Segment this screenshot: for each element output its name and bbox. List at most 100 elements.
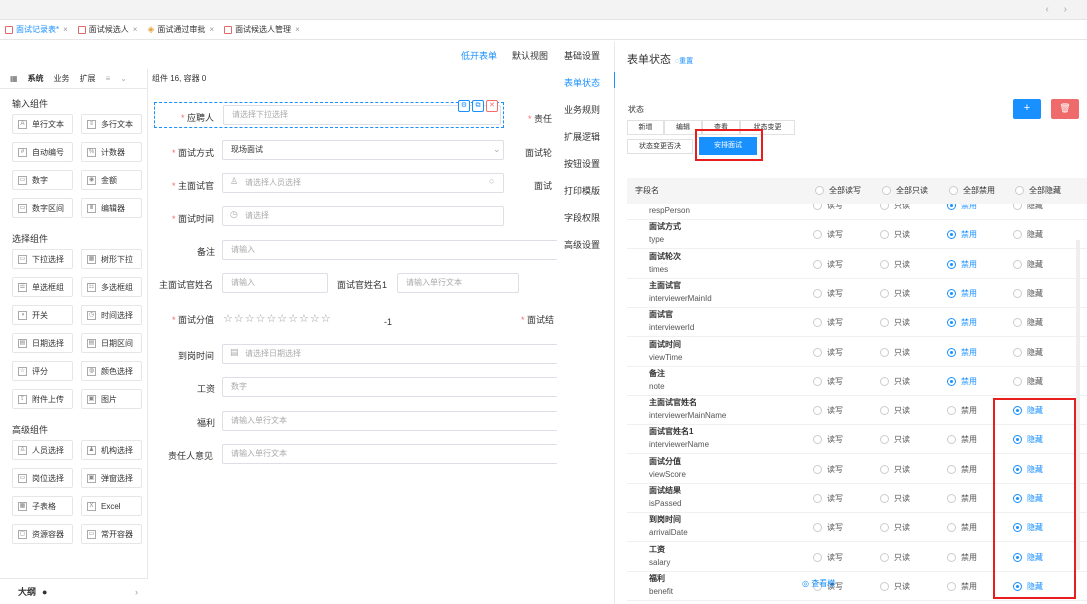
palette-item[interactable]: ▦ 子表格 — [12, 496, 73, 516]
tab-3[interactable]: 面试候选人管理 × — [219, 20, 305, 40]
reset-link[interactable]: ◌重置 — [675, 58, 693, 65]
permission-option[interactable]: 只读 — [880, 288, 910, 299]
all-readwrite-toggle[interactable]: 全部读写 — [815, 185, 861, 196]
palette-item[interactable]: ◑ 开关 — [12, 305, 73, 325]
permission-option[interactable]: 读写 — [813, 347, 843, 358]
delete-state-button[interactable]: 🗑 — [1051, 99, 1079, 119]
permission-option[interactable]: 隐藏 — [1013, 259, 1043, 270]
permission-option[interactable]: 只读 — [880, 464, 910, 475]
permission-option[interactable]: 读写 — [813, 493, 843, 504]
state-button-change-reject[interactable]: 状态变更否决 — [627, 139, 693, 154]
permission-option[interactable]: 隐藏 — [1013, 229, 1043, 240]
main-interviewer-name-input[interactable]: 请输入 — [222, 273, 328, 293]
table-scrollbar[interactable] — [1076, 240, 1080, 570]
permission-option[interactable]: 读写 — [813, 522, 843, 533]
palette-item[interactable]: ☰ 单选框组 — [12, 277, 73, 297]
interview-time-picker[interactable]: 请选择 — [222, 206, 504, 226]
lowcode-form-link[interactable]: 低开表单 — [461, 49, 497, 62]
palette-item[interactable]: ◍ 颜色选择 — [81, 361, 142, 381]
palette-item[interactable]: ▭ 常开容器 — [81, 524, 142, 544]
permission-option[interactable]: 禁用 — [947, 259, 977, 270]
palette-item[interactable]: ◉ 金额 — [81, 170, 142, 190]
palette-tab-system[interactable]: 系统 — [28, 73, 44, 84]
settings-menu-item-0[interactable]: 基础设置 — [557, 49, 615, 62]
palette-item[interactable]: ☆ 评分 — [12, 361, 73, 381]
permission-option[interactable]: 读写 — [813, 434, 843, 445]
palette-item[interactable]: ▣ 弹窗选择 — [81, 468, 142, 488]
settings-menu-item-5[interactable]: 打印模版 — [557, 184, 615, 197]
permission-option[interactable]: 隐藏 — [1013, 376, 1043, 387]
state-button-add[interactable]: 新增 — [627, 120, 664, 135]
permission-option[interactable]: 只读 — [880, 317, 910, 328]
chevron-right-icon[interactable]: › — [135, 587, 138, 597]
permission-option[interactable]: 只读 — [880, 259, 910, 270]
delete-icon[interactable]: ✕ — [486, 100, 498, 112]
settings-menu-item-1[interactable]: 表单状态 — [557, 72, 616, 89]
permission-option[interactable]: 只读 — [880, 229, 910, 240]
permission-option[interactable]: 禁用 — [947, 552, 977, 563]
permission-option[interactable]: 读写 — [813, 464, 843, 475]
close-icon[interactable]: × — [63, 25, 68, 34]
permission-option[interactable]: 隐藏 — [1013, 347, 1043, 358]
permission-option[interactable]: 禁用 — [947, 493, 977, 504]
permission-option[interactable]: 读写 — [813, 317, 843, 328]
permission-option[interactable]: 禁用 — [947, 317, 977, 328]
settings-menu-item-4[interactable]: 按钮设置 — [557, 157, 615, 170]
permission-option[interactable]: 禁用 — [947, 522, 977, 533]
permission-option[interactable]: 读写 — [813, 204, 843, 211]
permission-option[interactable]: 只读 — [880, 493, 910, 504]
view-template-link[interactable]: ◎ 查看模 — [802, 578, 835, 589]
settings-menu-item-7[interactable]: 高级设置 — [557, 238, 615, 251]
permission-option[interactable]: 隐藏 — [1013, 317, 1043, 328]
palette-item[interactable]: ▣ 图片 — [81, 389, 142, 409]
permission-option[interactable]: 禁用 — [947, 229, 977, 240]
permission-option[interactable]: 禁用 — [947, 204, 977, 211]
permission-option[interactable]: 读写 — [813, 229, 843, 240]
palette-item[interactable]: ▭ 数字区间 — [12, 198, 73, 218]
permission-option[interactable]: 只读 — [880, 552, 910, 563]
rating-stars[interactable]: ☆☆☆☆☆☆☆☆☆☆ — [223, 312, 332, 325]
all-hidden-toggle[interactable]: 全部隐藏 — [1015, 185, 1061, 196]
permission-option[interactable]: 只读 — [880, 581, 910, 592]
permission-option[interactable]: 禁用 — [947, 288, 977, 299]
settings-menu-item-2[interactable]: 业务规则 — [557, 103, 615, 116]
benefit-input[interactable]: 请输入单行文本 — [222, 411, 560, 431]
palette-item[interactable]: ⇪ 附件上传 — [12, 389, 73, 409]
close-icon[interactable]: × — [295, 25, 300, 34]
remark-input[interactable]: 请输入 — [222, 240, 560, 260]
interviewer-name1-input[interactable]: 请输入单行文本 — [397, 273, 519, 293]
permission-option[interactable]: 只读 — [880, 376, 910, 387]
settings-menu-item-6[interactable]: 字段权限 — [557, 211, 615, 224]
all-readonly-toggle[interactable]: 全部只读 — [882, 185, 928, 196]
palette-menu-icon[interactable]: ≡ — [106, 74, 111, 83]
palette-item[interactable]: # 自动编号 — [12, 142, 73, 162]
permission-option[interactable]: 只读 — [880, 204, 910, 211]
palette-item[interactable]: ▭ 数字 — [12, 170, 73, 190]
palette-item[interactable]: ♟ 机构选择 — [81, 440, 142, 460]
settings-icon[interactable]: ⚙ — [458, 100, 470, 112]
palette-tab-business[interactable]: 业务 — [54, 73, 70, 84]
permission-option[interactable]: 禁用 — [947, 376, 977, 387]
permission-option[interactable]: 禁用 — [947, 464, 977, 475]
arrival-time-picker[interactable]: 请选择日期选择 — [222, 344, 560, 364]
permission-option[interactable]: 只读 — [880, 347, 910, 358]
interview-mode-select[interactable]: 现场面试 — [222, 140, 504, 160]
selected-field-applicant[interactable]: * 应聘人 请选择下拉选择 ⚙ ⧉ ✕ — [154, 100, 504, 128]
close-icon[interactable]: × — [133, 25, 138, 34]
permission-option[interactable]: 读写 — [813, 288, 843, 299]
palette-item[interactable]: ☷ 多选框组 — [81, 277, 142, 297]
close-icon[interactable]: × — [209, 25, 214, 34]
tab-scroll-arrows[interactable]: ‹ › — [1046, 4, 1073, 15]
main-interviewer-picker[interactable]: 请选择人员选择 — [222, 173, 504, 193]
palette-item[interactable]: ▤ 日期选择 — [12, 333, 73, 353]
permission-option[interactable]: 读写 — [813, 376, 843, 387]
permission-option[interactable]: 读写 — [813, 405, 843, 416]
copy-icon[interactable]: ⧉ — [472, 100, 484, 112]
add-state-button[interactable]: + — [1013, 99, 1041, 119]
permission-option[interactable]: 禁用 — [947, 405, 977, 416]
palette-item[interactable]: ◷ 时间选择 — [81, 305, 142, 325]
salary-input[interactable]: 数字 — [222, 377, 560, 397]
palette-item[interactable]: ▢ 资源容器 — [12, 524, 73, 544]
all-disabled-toggle[interactable]: 全部禁用 — [949, 185, 995, 196]
permission-option[interactable]: 禁用 — [947, 581, 977, 592]
